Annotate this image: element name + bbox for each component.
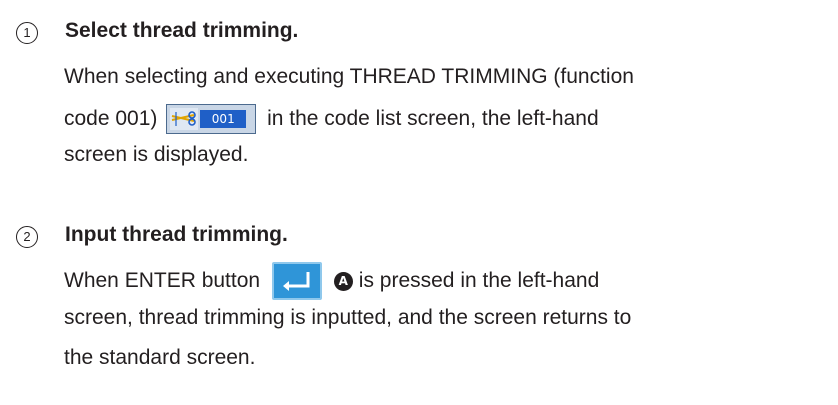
step-2-line-1: When ENTER button Ais pressed in the lef…	[64, 262, 599, 300]
step-2-heading: Input thread trimming.	[65, 223, 288, 246]
step-2-line-2: screen, thread trimming is inputted, and…	[64, 306, 632, 329]
step-2-line-3: the standard screen.	[64, 346, 256, 369]
enter-arrow-icon	[282, 272, 310, 291]
step-2-line-1-after: is pressed in the left-hand	[358, 269, 600, 292]
step-1-line-3: screen is displayed.	[64, 143, 249, 166]
step-1-heading: Select thread trimming.	[65, 19, 299, 42]
enter-button[interactable]	[271, 262, 322, 300]
function-code-label: 001	[200, 110, 247, 128]
step-1-line-2-before: code 001)	[64, 107, 158, 130]
thread-trimming-code-button[interactable]: 001	[166, 104, 257, 134]
step-2-line-1-before: When ENTER button	[64, 269, 261, 292]
scissors-icon	[170, 108, 199, 130]
callout-badge-a: A	[333, 271, 353, 291]
step-1-line-1: When selecting and executing THREAD TRIM…	[64, 65, 634, 88]
step-1-line-2-after: in the code list screen, the left-hand	[267, 107, 599, 130]
step-number-2: 2	[16, 226, 38, 248]
step-number-1: 1	[16, 22, 38, 44]
step-1-line-2: code 001) 001 in the code list screen, t…	[64, 104, 599, 134]
